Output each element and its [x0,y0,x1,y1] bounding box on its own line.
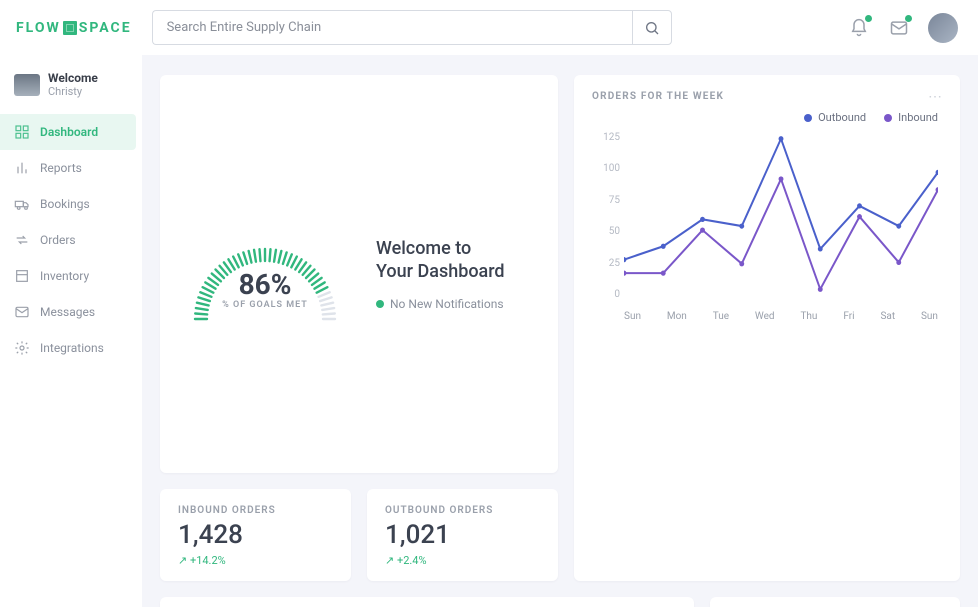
outbound-card: OUTBOUND ORDERS 1,021 +2.4% [367,489,558,581]
nav-label: Dashboard [40,125,98,139]
goals-gauge: 86% % OF GOALS MET [180,224,350,324]
nav-label: Messages [40,305,95,319]
orders-chart-card: ORDERS FOR THE WEEK ⋯ Outbound Inbound 1… [574,75,960,581]
nav-label: Bookings [40,197,90,211]
dash-welcome-l1: Welcome to [376,238,471,259]
welcome-title: Welcome [48,71,98,85]
mail-icon [14,304,30,320]
profile-avatar[interactable] [928,13,958,43]
notifications-button[interactable] [848,17,870,39]
search-input[interactable] [152,10,632,45]
messages-button[interactable] [888,17,910,39]
gauge-value: 86% [180,268,350,301]
nav-item-dashboard[interactable]: Dashboard [0,114,136,150]
welcome-block: Welcome Christy [0,63,142,114]
outbound-label: OUTBOUND ORDERS [385,505,540,516]
gear-icon [14,340,30,356]
nav-label: Orders [40,233,76,247]
topbar-actions [848,13,958,43]
box-icon [14,268,30,284]
search-button[interactable] [632,10,672,45]
welcome-name: Christy [48,85,98,98]
nav-label: Integrations [40,341,104,355]
outbound-pct: +2.4% [385,554,540,567]
logo-icon [63,21,77,35]
nav-item-inventory[interactable]: Inventory [0,258,142,294]
goals-card: 86% % OF GOALS MET Welcome toYour Dashbo… [160,75,558,473]
legend-inbound: Inbound [884,111,938,124]
bookings-card: ACTIVE / PENDING BOOKINGS ⋯ 1007550250 A… [710,597,960,607]
main: 86% % OF GOALS MET Welcome toYour Dashbo… [142,55,978,607]
nav-label: Inventory [40,269,89,283]
warehouses-card: YOUR WAREHOUSES ⋯ [160,597,694,607]
swap-icon [14,232,30,248]
nav-item-bookings[interactable]: Bookings [0,186,142,222]
search [152,10,672,45]
inbound-pct: +14.2% [178,554,333,567]
topbar: FLOW SPACE [0,0,978,55]
search-icon [644,20,660,36]
bars-icon [14,160,30,176]
nav-item-orders[interactable]: Orders [0,222,142,258]
notif-dot-icon [376,300,384,308]
nav-item-messages[interactable]: Messages [0,294,142,330]
inbound-label: INBOUND ORDERS [178,505,333,516]
notif-text: No New Notifications [390,297,504,311]
nav-item-reports[interactable]: Reports [0,150,142,186]
sidebar: Welcome Christy Dashboard Reports Bookings… [0,55,142,607]
welcome-pic [14,74,40,96]
brand-left: FLOW [16,20,61,36]
inbound-card: INBOUND ORDERS 1,428 +14.2% [160,489,351,581]
orders-chart-title: ORDERS FOR THE WEEK [592,91,942,102]
dash-welcome: Welcome toYour Dashboard No New Notifica… [376,237,505,312]
legend-outbound: Outbound [804,111,866,124]
outbound-value: 1,021 [385,520,540,550]
gauge-sub: % OF GOALS MET [180,300,350,310]
grid-icon [14,124,30,140]
dash-welcome-l2: Your Dashboard [376,261,505,282]
nav-label: Reports [40,161,82,175]
brand-logo[interactable]: FLOW SPACE [16,20,132,36]
orders-line-chart: 1251007550250 SunMonTueWedThuFriSatSun [592,132,942,322]
notification-dot [865,15,872,22]
messages-dot [905,15,912,22]
nav: Dashboard Reports Bookings Orders Inventory M… [0,114,142,366]
orders-legend: Outbound Inbound [804,111,938,124]
orders-chart-more[interactable]: ⋯ [928,89,944,105]
truck-icon [14,196,30,212]
nav-item-integrations[interactable]: Integrations [0,330,142,366]
brand-right: SPACE [79,20,132,36]
inbound-value: 1,428 [178,520,333,550]
